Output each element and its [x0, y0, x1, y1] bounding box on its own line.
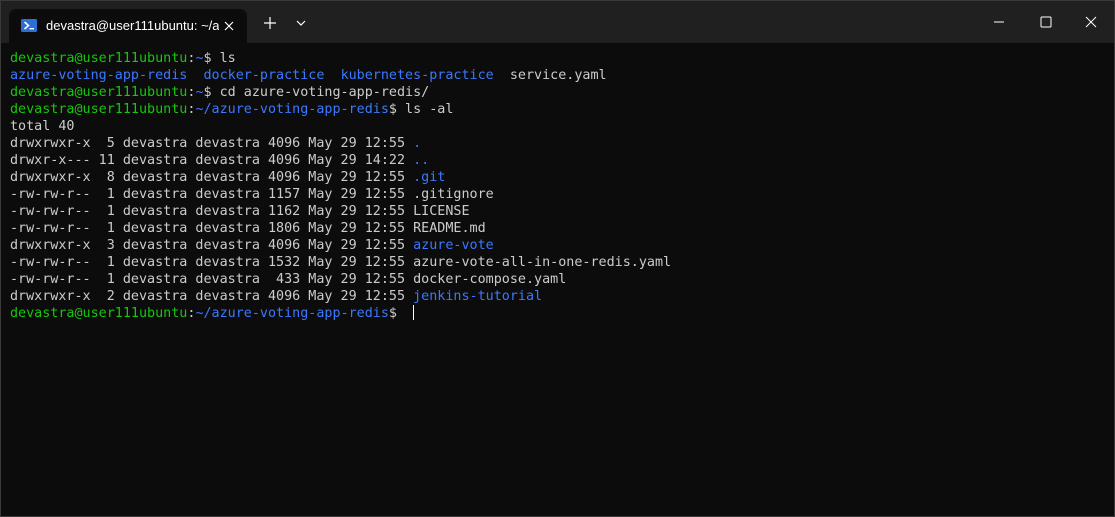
close-icon[interactable] — [1068, 1, 1114, 43]
terminal-line: -rw-rw-r-- 1 devastra devastra 1162 May … — [10, 203, 1114, 220]
title-bar[interactable]: devastra@user111ubuntu: ~/azure-voting-a… — [1, 1, 1114, 43]
terminal-line: azure-voting-app-redis docker-practice k… — [10, 67, 1114, 84]
terminal-text: ~ — [195, 51, 204, 66]
terminal-text: .. — [413, 153, 430, 168]
terminal-text: -rw-rw-r-- 1 devastra devastra 1806 May … — [10, 221, 486, 236]
tab-title: devastra@user111ubuntu: ~/azure-voting-a… — [46, 18, 219, 33]
terminal-text: kubernetes-practice — [340, 68, 494, 83]
terminal-text: drwxr-x--- 11 devastra devastra 4096 May… — [10, 153, 414, 168]
terminal-text: ~/azure-voting-app-redis — [195, 306, 389, 321]
terminal-line: devastra@user111ubuntu:~$ ls — [10, 50, 1114, 67]
terminal-line: devastra@user111ubuntu:~/azure-voting-ap… — [10, 101, 1114, 118]
terminal-output[interactable]: devastra@user111ubuntu:~$ ls azure-voting… — [1, 43, 1114, 516]
terminal-text: . — [413, 136, 422, 151]
terminal-text: jenkins-tutorial — [413, 289, 543, 304]
plus-icon[interactable] — [262, 15, 278, 31]
terminal-text: docker-practice — [203, 68, 325, 83]
terminal-text: devastra@user111ubuntu — [10, 306, 188, 321]
terminal-line: devastra@user111ubuntu:~$ cd azure-votin… — [10, 84, 1114, 101]
terminal-text: -rw-rw-r-- 1 devastra devastra 1162 May … — [10, 204, 470, 219]
terminal-line: drwxr-x--- 11 devastra devastra 4096 May… — [10, 152, 1114, 169]
maximize-icon[interactable] — [1023, 1, 1069, 43]
terminal-text: total 40 — [10, 119, 75, 134]
terminal-text: ~/azure-voting-app-redis — [195, 102, 389, 117]
terminal-text: $ cd azure-voting-app-redis/ — [203, 85, 430, 100]
terminal-text: $ ls — [203, 51, 236, 66]
terminal-text: -rw-rw-r-- 1 devastra devastra 1157 May … — [10, 187, 494, 202]
terminal-text: $ — [388, 306, 406, 321]
powershell-icon — [21, 19, 37, 32]
terminal-line: drwxrwxr-x 8 devastra devastra 4096 May … — [10, 169, 1114, 186]
terminal-text: service.yaml — [493, 68, 607, 83]
terminal-text: drwxrwxr-x 2 devastra devastra 4096 May … — [10, 289, 414, 304]
tab-active[interactable]: devastra@user111ubuntu: ~/azure-voting-a… — [9, 9, 247, 43]
terminal-line: -rw-rw-r-- 1 devastra devastra 433 May 2… — [10, 271, 1114, 288]
terminal-line: devastra@user111ubuntu:~/azure-voting-ap… — [10, 305, 1114, 322]
terminal-line: drwxrwxr-x 3 devastra devastra 4096 May … — [10, 237, 1114, 254]
chevron-down-icon[interactable] — [294, 16, 308, 30]
terminal-text: -rw-rw-r-- 1 devastra devastra 433 May 2… — [10, 272, 567, 287]
text-cursor — [413, 305, 415, 320]
terminal-text: drwxrwxr-x 5 devastra devastra 4096 May … — [10, 136, 414, 151]
terminal-text: $ ls -al — [388, 102, 454, 117]
terminal-line: -rw-rw-r-- 1 devastra devastra 1532 May … — [10, 254, 1114, 271]
terminal-text: azure-voting-app-redis — [10, 68, 188, 83]
terminal-text: drwxrwxr-x 8 devastra devastra 4096 May … — [10, 170, 414, 185]
terminal-text: -rw-rw-r-- 1 devastra devastra 1532 May … — [10, 255, 672, 270]
close-tab-icon[interactable] — [222, 19, 236, 33]
terminal-window: devastra@user111ubuntu: ~/azure-voting-a… — [0, 0, 1115, 517]
minimize-icon[interactable] — [976, 1, 1022, 43]
terminal-text: .git — [413, 170, 446, 185]
terminal-text: devastra@user111ubuntu — [10, 102, 188, 117]
terminal-line: total 40 — [10, 118, 1114, 135]
terminal-text: devastra@user111ubuntu — [10, 85, 188, 100]
terminal-text: ~ — [195, 85, 204, 100]
terminal-text: azure-vote — [413, 238, 494, 253]
terminal-line: drwxrwxr-x 2 devastra devastra 4096 May … — [10, 288, 1114, 305]
terminal-line: drwxrwxr-x 5 devastra devastra 4096 May … — [10, 135, 1114, 152]
terminal-text: drwxrwxr-x 3 devastra devastra 4096 May … — [10, 238, 414, 253]
terminal-line: -rw-rw-r-- 1 devastra devastra 1806 May … — [10, 220, 1114, 237]
terminal-text: devastra@user111ubuntu — [10, 51, 188, 66]
terminal-line: -rw-rw-r-- 1 devastra devastra 1157 May … — [10, 186, 1114, 203]
